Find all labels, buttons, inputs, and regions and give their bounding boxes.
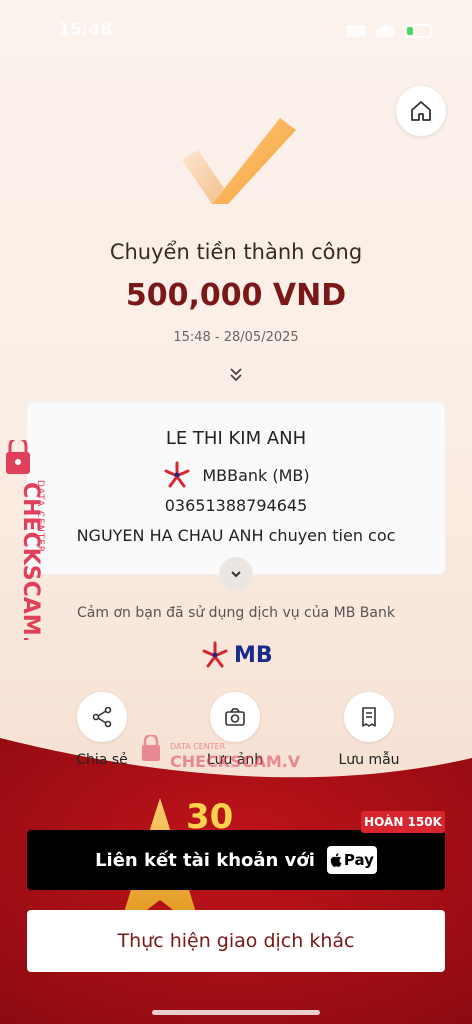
home-indicator <box>152 1010 320 1015</box>
checkscam-watermark-vertical: CHECKSCAM.VN DATA CENTER <box>6 440 45 640</box>
home-icon <box>411 101 431 121</box>
link-applepay-button[interactable]: Liên kết tài khoản với Pay <box>27 830 445 890</box>
transfer-note: NGUYEN HA CHAU ANH chuyen tien coc <box>76 526 396 545</box>
checkscam-watermark-center: DATA CENTER CHECKSCAM.VN <box>142 735 300 771</box>
mb-logo-text: MB <box>234 642 273 668</box>
status-time: 15:48 <box>58 20 113 40</box>
recipient-account: 03651388794645 <box>164 496 308 515</box>
cashback-badge: HOÀN 150K <box>361 811 445 833</box>
mbbank-star-icon <box>202 641 228 668</box>
save-template-label: Lưu mẫu <box>338 752 400 768</box>
chevron-double-down-icon[interactable] <box>227 366 245 384</box>
link-applepay-label: Liên kết tài khoản với <box>95 849 315 871</box>
save-template-action[interactable]: Lưu mẫu <box>319 692 419 768</box>
apple-pay-logo: Pay <box>326 846 377 874</box>
mbbank-star-icon <box>164 461 190 488</box>
chevron-down-icon <box>231 571 241 578</box>
recipient-name: LE THI KIM ANH <box>165 428 307 449</box>
home-button[interactable] <box>396 86 446 136</box>
save-template-button[interactable] <box>344 692 394 742</box>
recipient-card: LE THI KIM ANH MBBank (MB) 0365138879464… <box>27 402 445 574</box>
share-icon <box>92 706 112 728</box>
watermark-sub: DATA CENTER <box>35 480 45 553</box>
status-icons <box>346 24 432 38</box>
new-transaction-label: Thực hiện giao dịch khác <box>117 930 355 952</box>
apple-pay-text: Pay <box>343 851 374 869</box>
share-button[interactable] <box>77 692 127 742</box>
recipient-bank-row: MBBank (MB) <box>27 460 445 490</box>
receipt-icon <box>362 707 376 727</box>
wifi-icon <box>376 25 394 37</box>
battery-icon <box>404 24 432 38</box>
thanks-text: Cảm ơn bạn đã sử dụng dịch vụ của MB Ban… <box>77 605 395 621</box>
new-transaction-button[interactable]: Thực hiện giao dịch khác <box>27 910 445 972</box>
watermark-center-sub: DATA CENTER <box>170 742 226 751</box>
share-label: Chia sẻ <box>76 752 128 768</box>
success-check-icon <box>176 110 306 210</box>
result-title: Chuyển tiền thành công <box>109 240 363 264</box>
transfer-amount: 500,000 VND <box>125 278 347 313</box>
transfer-datetime: 15:48 - 28/05/2025 <box>173 330 299 345</box>
watermark-center-main: CHECKSCAM.VN <box>170 752 300 771</box>
signal-icon <box>346 25 366 37</box>
camera-icon <box>225 708 245 726</box>
status-bar: 15:48 <box>0 0 472 64</box>
recipient-bank-name: MBBank (MB) <box>202 465 310 485</box>
expand-details-button[interactable] <box>219 557 253 591</box>
mb-logo: MB <box>200 640 273 670</box>
share-action[interactable]: Chia sẻ <box>52 692 152 768</box>
apple-icon <box>330 853 342 867</box>
